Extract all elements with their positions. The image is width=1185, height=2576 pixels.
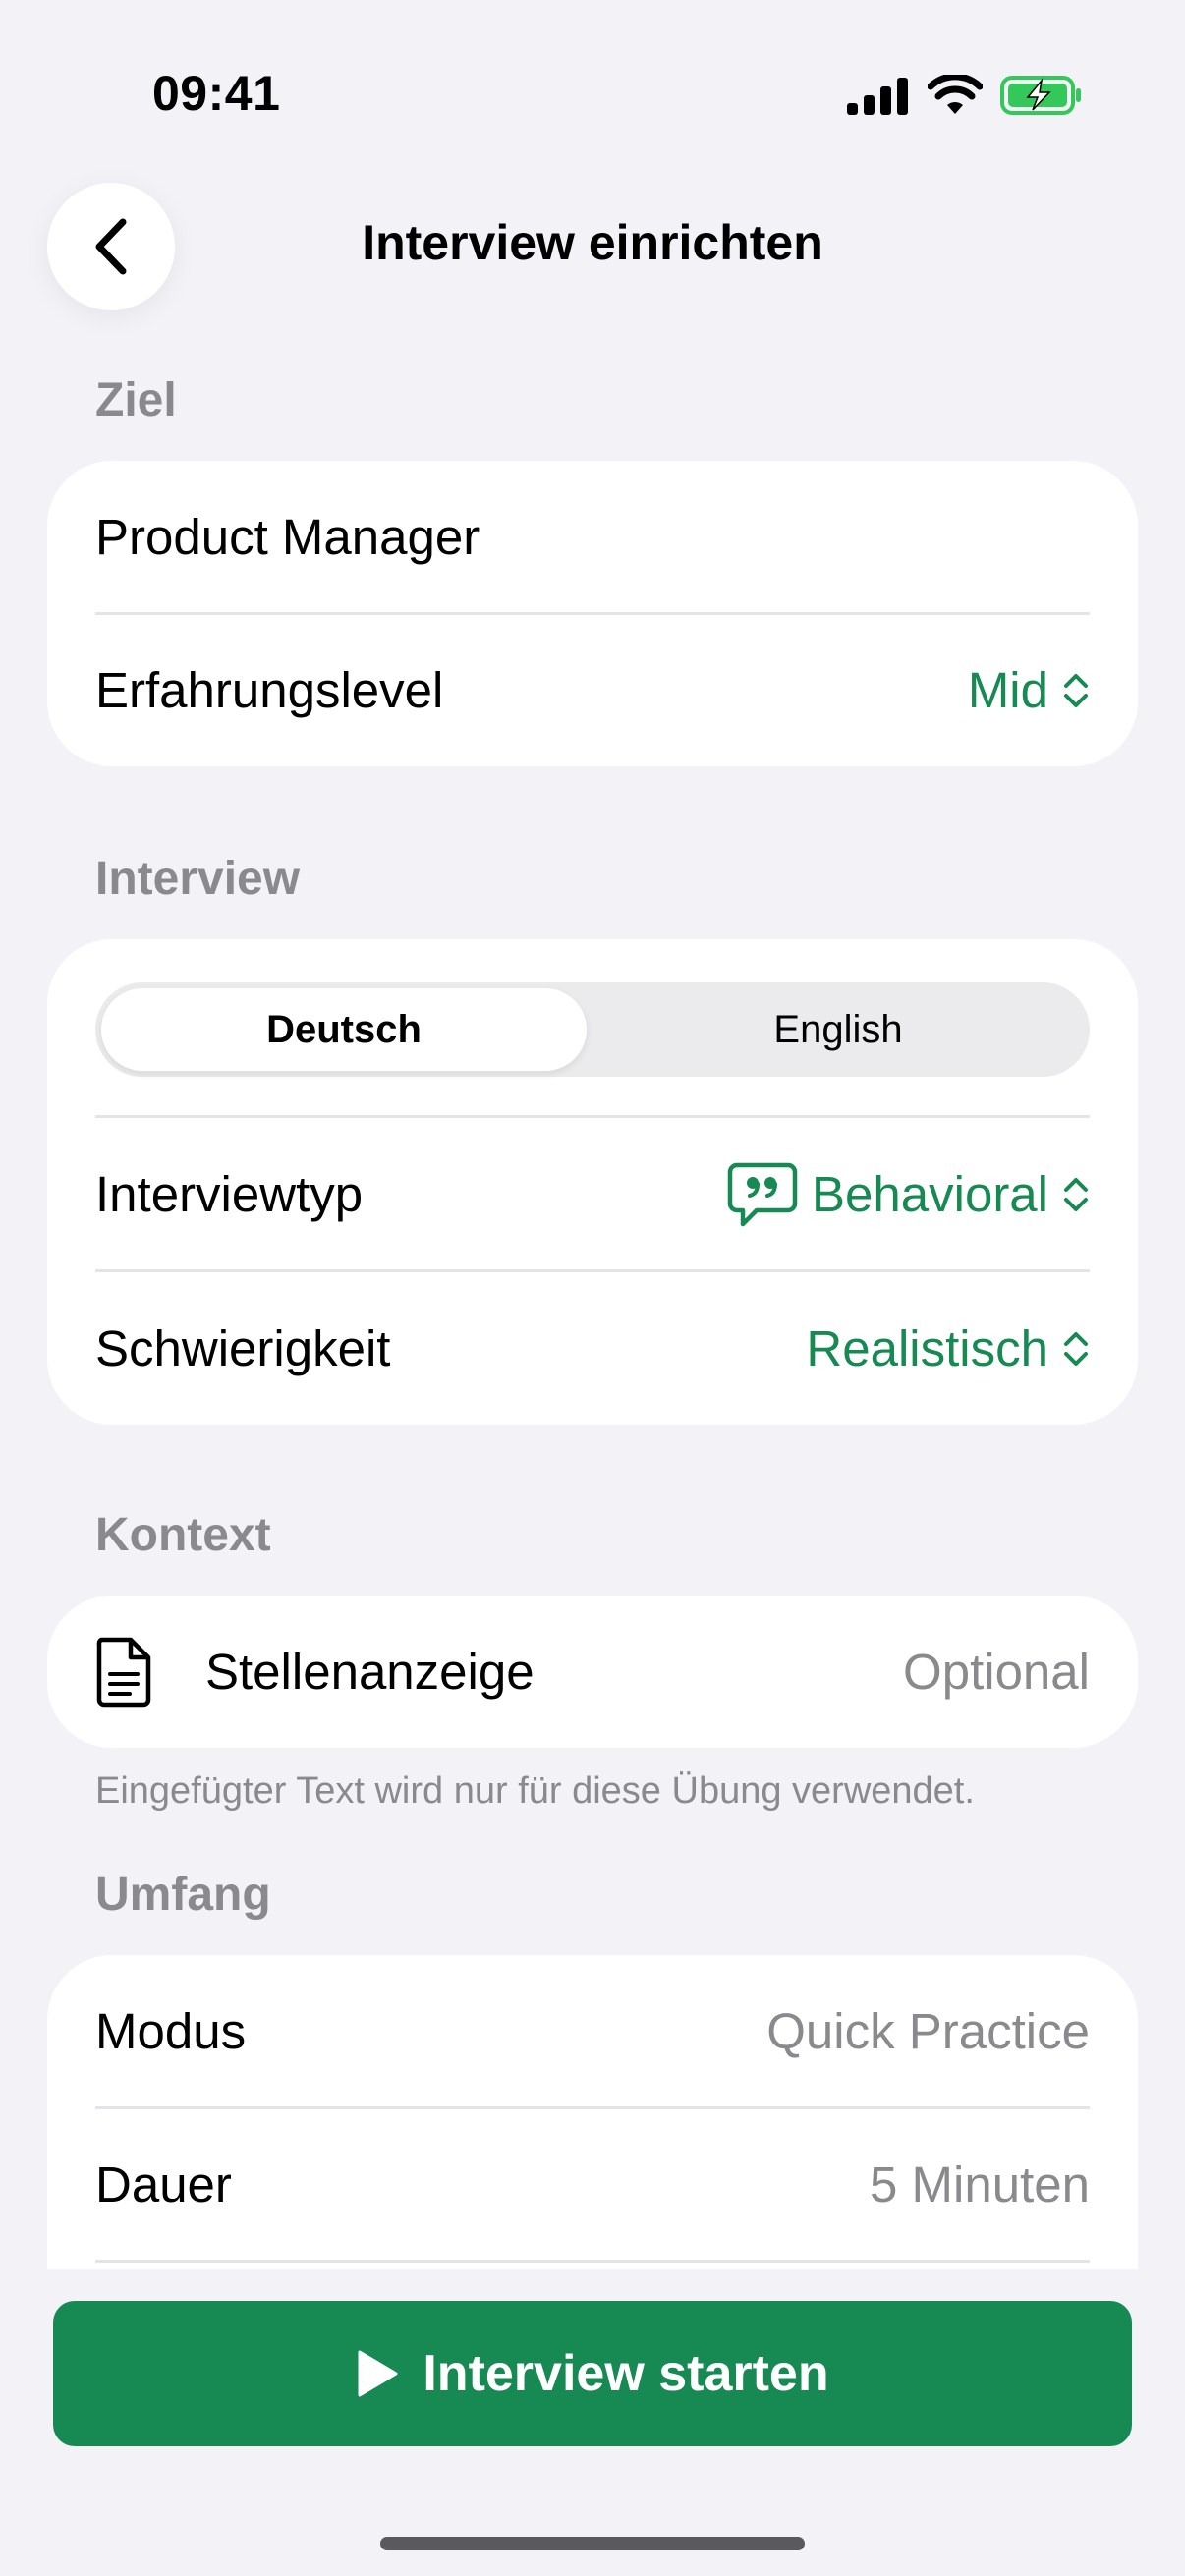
wifi-icon: [928, 75, 983, 114]
section-header-scope: Umfang: [95, 1869, 271, 1921]
interview-card: Deutsch English Interviewtyp Behavioral …: [47, 939, 1138, 1425]
experience-level-label: Erfahrungslevel: [95, 662, 444, 718]
chevron-up-down-icon: [1064, 673, 1088, 707]
job-posting-label: Stellenanzeige: [205, 1644, 535, 1700]
duration-row[interactable]: Dauer 5 Minuten: [95, 2108, 1090, 2261]
speech-bubble-quote-icon: [727, 1162, 798, 1226]
interview-type-label: Interviewtyp: [95, 1166, 364, 1222]
play-icon: [358, 2350, 398, 2397]
duration-label: Dauer: [95, 2156, 232, 2212]
interview-type-row[interactable]: Interviewtyp Behavioral: [95, 1118, 1090, 1270]
experience-level-picker[interactable]: Mid: [968, 661, 1090, 719]
start-interview-label: Interview starten: [423, 2345, 829, 2402]
section-header-context: Kontext: [95, 1509, 271, 1561]
chevron-up-down-icon: [1064, 1331, 1088, 1366]
divider: [95, 2260, 1090, 2263]
role-row[interactable]: Product Manager: [95, 461, 1090, 613]
difficulty-value: Realistisch: [806, 1320, 1048, 1376]
language-option-deutsch[interactable]: Deutsch: [101, 988, 587, 1071]
mode-label: Modus: [95, 2003, 247, 2059]
status-bar: 09:41: [0, 0, 1185, 187]
job-posting-value: Optional: [903, 1644, 1090, 1700]
battery-charging-icon: [1000, 76, 1081, 115]
job-posting-title: Stellenanzeige: [95, 1637, 535, 1708]
difficulty-row[interactable]: Schwierigkeit Realistisch: [95, 1272, 1090, 1425]
experience-level-row[interactable]: Erfahrungslevel Mid: [95, 614, 1090, 766]
mode-row[interactable]: Modus Quick Practice: [95, 1955, 1090, 2107]
status-time: 09:41: [152, 66, 281, 121]
section-header-goal: Ziel: [95, 374, 177, 426]
interview-type-picker[interactable]: Behavioral: [727, 1161, 1090, 1228]
status-icons: [847, 71, 1083, 120]
duration-value: 5 Minuten: [870, 2156, 1090, 2212]
context-card: Stellenanzeige Optional: [47, 1596, 1138, 1748]
difficulty-label: Schwierigkeit: [95, 1320, 391, 1376]
mode-value: Quick Practice: [766, 2003, 1090, 2059]
job-posting-row[interactable]: Stellenanzeige Optional: [95, 1596, 1090, 1748]
chevron-up-down-icon: [1064, 1177, 1088, 1211]
home-indicator: [380, 2537, 805, 2550]
interview-type-value: Behavioral: [812, 1166, 1048, 1222]
experience-level-value: Mid: [967, 662, 1048, 718]
difficulty-picker[interactable]: Realistisch: [806, 1319, 1090, 1377]
language-option-english[interactable]: English: [592, 988, 1084, 1071]
context-footnote: Eingefügter Text wird nur für diese Übun…: [95, 1770, 975, 1812]
goal-card: Product Manager Erfahrungslevel Mid: [47, 461, 1138, 766]
document-icon: [96, 1637, 151, 1707]
cellular-signal-icon: [847, 78, 908, 115]
language-segmented-control: Deutsch English: [95, 982, 1090, 1077]
page-title: Interview einrichten: [362, 215, 823, 270]
section-header-interview: Interview: [95, 853, 301, 905]
role-value: Product Manager: [95, 509, 480, 565]
start-interview-button[interactable]: Interview starten: [53, 2301, 1132, 2446]
